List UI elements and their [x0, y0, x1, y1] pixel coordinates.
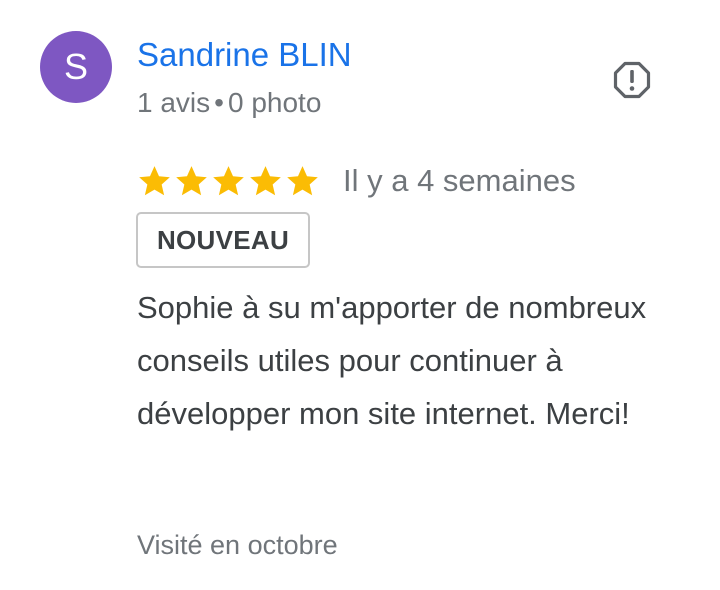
star-icon — [139, 166, 170, 196]
photo-count: 0 photo — [227, 87, 322, 118]
star-icon — [287, 166, 318, 196]
meta-separator: • — [214, 87, 224, 118]
review-text: Sophie à su m'apporter de nombreux conse… — [137, 290, 647, 431]
avatar[interactable]: S — [40, 31, 112, 103]
star-icon — [213, 166, 244, 196]
author-meta: 1 avis • 0 photo — [137, 86, 321, 120]
star-icon — [250, 166, 281, 196]
star-rating — [137, 162, 320, 200]
report-review-button[interactable] — [612, 60, 652, 100]
new-badge: NOUVEAU — [136, 212, 310, 268]
report-icon — [613, 61, 651, 99]
star-icon — [176, 166, 207, 196]
review-date: Il y a 4 semaines — [343, 163, 576, 198]
author-name-link[interactable]: Sandrine BLIN — [137, 35, 352, 75]
avatar-letter: S — [63, 46, 88, 87]
review-card: { "author": { "avatar_letter": "S", "ava… — [0, 0, 720, 590]
visit-date: Visité en octobre — [137, 530, 338, 560]
review-count: 1 avis — [137, 87, 211, 118]
